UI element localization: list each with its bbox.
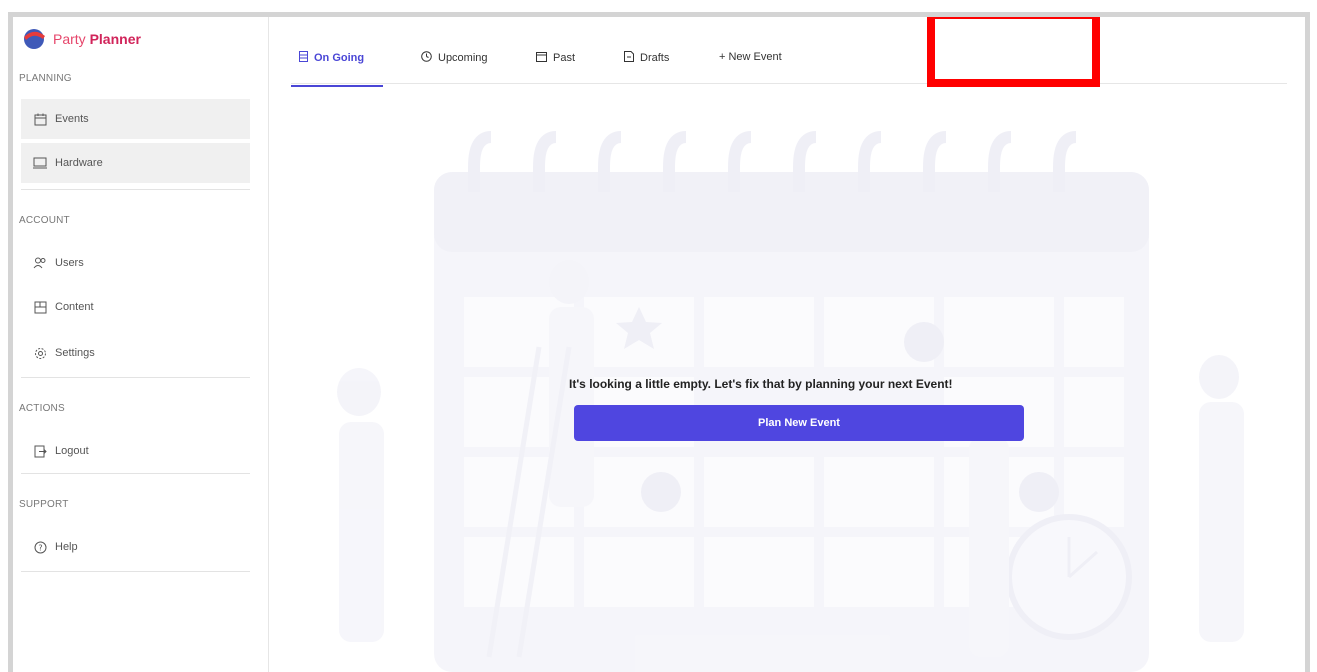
sidebar-item-events[interactable]: Events: [21, 99, 250, 139]
tab-on-going[interactable]: On Going: [299, 51, 364, 65]
section-label-planning: PLANNING: [19, 73, 72, 84]
empty-state-message: It's looking a little empty. Let's fix t…: [569, 377, 953, 391]
tab-new-event[interactable]: + New Event: [719, 51, 782, 63]
sidebar-item-hardware[interactable]: Hardware: [21, 143, 250, 183]
divider: [21, 377, 250, 378]
main-content: On Going Upcoming Past Drafts + New Even…: [269, 17, 1305, 672]
tab-label: On Going: [314, 52, 365, 64]
tab-label: + New Event: [719, 51, 782, 63]
sidebar-item-label: Events: [55, 113, 89, 125]
tab-label: Past: [553, 52, 576, 64]
sidebar-item-settings[interactable]: Settings: [21, 333, 250, 373]
sidebar-item-users[interactable]: Users: [21, 243, 250, 283]
sidebar-item-label: Content: [55, 301, 94, 313]
section-label-support: SUPPORT: [19, 499, 69, 510]
logo-text-party: Party: [53, 31, 86, 47]
sidebar-item-label: Logout: [55, 445, 89, 457]
sidebar-item-help[interactable]: ? Help: [21, 527, 250, 567]
sidebar-item-label: Hardware: [55, 157, 103, 169]
event-tabs: On Going Upcoming Past Drafts + New Even…: [291, 43, 1287, 87]
divider: [21, 571, 250, 572]
active-tab-indicator: [291, 85, 383, 87]
section-label-account: ACCOUNT: [19, 215, 70, 226]
sidebar-item-label: Help: [55, 541, 78, 553]
users-icon: [33, 256, 47, 270]
tab-label: Drafts: [640, 52, 670, 64]
logo-text-planner: Planner: [89, 31, 141, 47]
content-icon: [33, 300, 47, 314]
draft-icon: [624, 51, 634, 65]
tab-drafts[interactable]: Drafts: [624, 51, 669, 65]
party-logo-icon: [24, 29, 45, 49]
section-label-actions: ACTIONS: [19, 403, 65, 414]
sidebar-item-logout[interactable]: Logout: [21, 431, 250, 471]
highlight-annotation: [927, 17, 1100, 87]
gear-icon: [33, 346, 47, 360]
help-icon: ?: [33, 540, 47, 554]
sidebar-item-label: Users: [55, 257, 84, 269]
sidebar-item-label: Settings: [55, 347, 95, 359]
laptop-icon: [33, 156, 47, 170]
tab-past[interactable]: Past: [536, 51, 575, 65]
calendar-icon: [536, 51, 547, 65]
svg-text:?: ?: [38, 543, 42, 552]
sidebar: Party Planner PLANNING Events Hardware A…: [13, 17, 269, 672]
list-icon: [299, 51, 308, 65]
calendar-icon: [33, 112, 47, 126]
sidebar-item-content[interactable]: Content: [21, 287, 250, 327]
app-window: Party Planner PLANNING Events Hardware A…: [8, 12, 1310, 672]
tab-label: Upcoming: [438, 52, 488, 64]
logo: Party Planner: [21, 27, 141, 51]
logout-icon: [33, 444, 47, 458]
tab-upcoming[interactable]: Upcoming: [421, 51, 488, 65]
divider: [21, 189, 250, 190]
plan-new-event-button[interactable]: Plan New Event: [574, 405, 1024, 441]
divider: [21, 473, 250, 474]
clock-icon: [421, 51, 432, 65]
